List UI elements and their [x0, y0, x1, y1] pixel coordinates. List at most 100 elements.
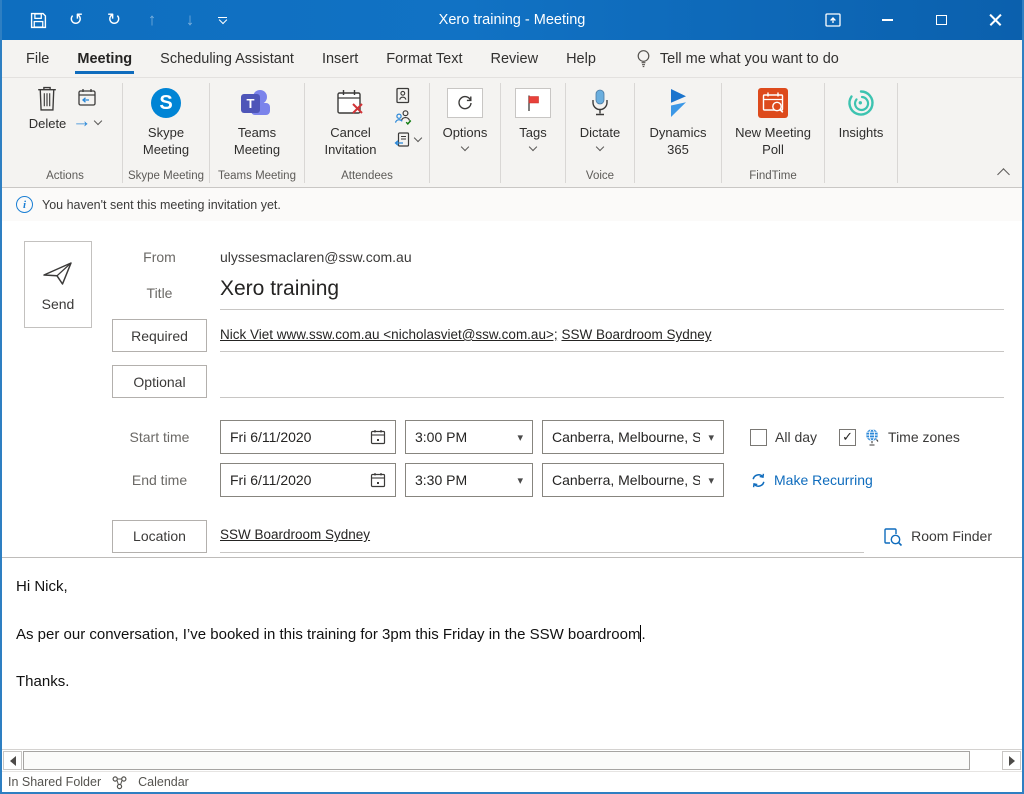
- end-time-row: End time Fri 6/11/2020 3:30 PM ▾ Canberr…: [112, 463, 1004, 497]
- undo-icon[interactable]: ↺: [66, 10, 86, 30]
- all-day-checkbox[interactable]: All day: [750, 429, 817, 446]
- maximize-button[interactable]: [914, 0, 968, 40]
- start-timezone-dropdown[interactable]: Canberra, Melbourne, S ▾: [542, 420, 724, 454]
- ribbon-separator: [897, 83, 898, 183]
- teams-meeting-button[interactable]: T Teams Meeting: [227, 85, 287, 167]
- ribbon-group-findtime: New Meeting Poll FindTime: [722, 78, 824, 187]
- ribbon-group-voice: Dictate Voice: [566, 78, 634, 187]
- location-button[interactable]: Location: [112, 520, 207, 553]
- options-sync-icon: [447, 88, 483, 118]
- options-button[interactable]: Options: [439, 85, 492, 167]
- end-timezone-dropdown[interactable]: Canberra, Melbourne, S ▾: [542, 463, 724, 497]
- end-time-label: End time: [112, 472, 207, 488]
- attendee-link[interactable]: Nick Viet www.ssw.com.au <nicholasviet@s…: [220, 327, 558, 342]
- dynamics-365-button[interactable]: Dynamics 365: [642, 85, 714, 167]
- required-row: Required Nick Viet www.ssw.com.au <nicho…: [112, 319, 1004, 352]
- ribbon-group-skype: S Skype Meeting Skype Meeting: [123, 78, 209, 187]
- save-icon[interactable]: [28, 10, 48, 30]
- response-options-button[interactable]: [394, 131, 421, 148]
- title-input[interactable]: Xero training: [220, 275, 1004, 310]
- info-text: You haven't sent this meeting invitation…: [42, 198, 281, 212]
- move-up-icon: ↑: [142, 10, 162, 30]
- end-timezone-value: Canberra, Melbourne, S: [552, 472, 700, 488]
- optional-row: Optional: [112, 365, 1004, 398]
- redo-icon[interactable]: ↻: [104, 10, 124, 30]
- ribbon-group-insights: Insights: [825, 78, 897, 187]
- ribbon-display-options-button[interactable]: [806, 0, 860, 40]
- end-date-picker[interactable]: Fri 6/11/2020: [220, 463, 396, 497]
- required-button[interactable]: Required: [112, 319, 207, 352]
- tab-help[interactable]: Help: [552, 40, 610, 77]
- tab-format-text[interactable]: Format Text: [372, 40, 476, 77]
- request-responses-icon[interactable]: [394, 109, 421, 126]
- chevron-down-icon: [413, 134, 421, 142]
- delete-button[interactable]: Delete: [29, 85, 67, 167]
- make-recurring-label: Make Recurring: [774, 472, 873, 488]
- send-label: Send: [42, 296, 75, 312]
- start-timezone-value: Canberra, Melbourne, S: [552, 429, 700, 445]
- horizontal-scrollbar[interactable]: [2, 749, 1022, 771]
- optional-input[interactable]: [220, 365, 1004, 398]
- start-date-picker[interactable]: Fri 6/11/2020: [220, 420, 396, 454]
- skype-meeting-label: Skype Meeting: [140, 125, 192, 159]
- tab-meeting[interactable]: Meeting: [63, 40, 146, 77]
- tell-me-box[interactable]: Tell me what you want to do: [636, 40, 839, 77]
- insights-button[interactable]: Insights: [835, 85, 888, 167]
- chevron-down-icon: [529, 143, 537, 151]
- title-label: Title: [112, 285, 207, 301]
- response-options-icon: [394, 131, 411, 148]
- teams-icon: T: [239, 88, 275, 118]
- attendee-link[interactable]: SSW Boardroom Sydney: [561, 327, 711, 342]
- room-finder-button[interactable]: Room Finder: [882, 526, 1004, 547]
- chevron-down-icon: [596, 143, 604, 151]
- copy-to-calendar-icon[interactable]: [77, 88, 97, 107]
- required-input[interactable]: Nick Viet www.ssw.com.au <nicholasviet@s…: [220, 319, 1004, 352]
- calendar-picker-icon[interactable]: [370, 472, 386, 488]
- calendar-picker-icon[interactable]: [370, 429, 386, 445]
- tab-insert[interactable]: Insert: [308, 40, 372, 77]
- tab-review[interactable]: Review: [477, 40, 553, 77]
- minimize-button[interactable]: [860, 0, 914, 40]
- chevron-down-icon: ▾: [517, 474, 523, 487]
- tab-scheduling-assistant[interactable]: Scheduling Assistant: [146, 40, 308, 77]
- make-recurring-button[interactable]: Make Recurring: [750, 472, 873, 489]
- new-meeting-poll-button[interactable]: New Meeting Poll: [730, 85, 816, 167]
- close-button[interactable]: [968, 0, 1022, 40]
- chevron-down-icon: [94, 116, 102, 124]
- start-time-value: 3:00 PM: [415, 429, 467, 445]
- triangle-right-icon: [1009, 756, 1015, 766]
- customize-quick-access-icon[interactable]: [218, 17, 227, 24]
- location-link[interactable]: SSW Boardroom Sydney: [220, 527, 370, 542]
- location-input[interactable]: SSW Boardroom Sydney: [220, 519, 864, 553]
- forward-button[interactable]: →: [72, 114, 101, 130]
- all-day-label: All day: [775, 429, 817, 445]
- end-time-dropdown[interactable]: 3:30 PM ▾: [405, 463, 533, 497]
- checkbox-checked[interactable]: ✓: [839, 429, 856, 446]
- start-time-dropdown[interactable]: 3:00 PM ▾: [405, 420, 533, 454]
- address-book-icon[interactable]: [394, 87, 421, 104]
- calendar-status[interactable]: Calendar: [138, 775, 189, 789]
- dictate-button[interactable]: Dictate: [576, 85, 624, 167]
- ribbon-group-options: Options: [430, 78, 500, 187]
- cancel-invitation-button[interactable]: Cancel Invitation: [314, 85, 388, 167]
- move-down-icon: ↓: [180, 10, 200, 30]
- scrollbar-thumb[interactable]: [23, 751, 970, 770]
- message-body[interactable]: Hi Nick, As per our conversation, I’ve b…: [2, 557, 1022, 749]
- status-bar: In Shared Folder Calendar: [2, 771, 1022, 792]
- tags-button[interactable]: Tags: [511, 85, 555, 167]
- skype-meeting-button[interactable]: S Skype Meeting: [136, 85, 196, 167]
- collapse-ribbon-icon[interactable]: [997, 168, 1010, 181]
- checkbox-unchecked[interactable]: [750, 429, 767, 446]
- ribbon-tab-bar: File Meeting Scheduling Assistant Insert…: [2, 40, 1022, 78]
- new-meeting-poll-label: New Meeting Poll: [734, 125, 812, 159]
- optional-button[interactable]: Optional: [112, 365, 207, 398]
- chevron-down-icon: [461, 143, 469, 151]
- group-label-attendees: Attendees: [305, 167, 429, 187]
- cancel-invitation-icon: [335, 86, 367, 120]
- from-value[interactable]: ulyssesmaclaren@ssw.com.au: [220, 249, 1004, 265]
- tab-file[interactable]: File: [12, 40, 63, 77]
- scroll-left-button[interactable]: [3, 751, 22, 770]
- time-zones-checkbox[interactable]: ✓ Time zones: [839, 428, 960, 446]
- send-button[interactable]: Send: [24, 241, 92, 328]
- scroll-right-button[interactable]: [1002, 751, 1021, 770]
